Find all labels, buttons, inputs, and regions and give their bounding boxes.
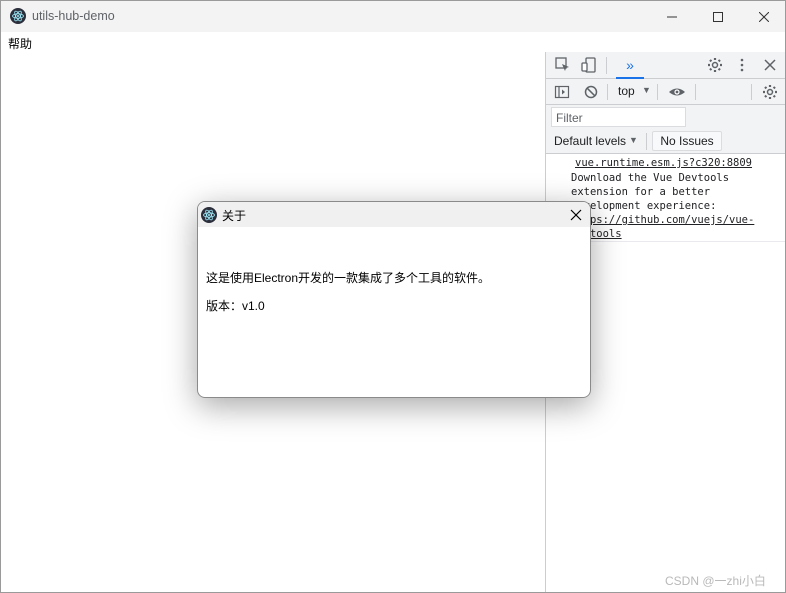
log-levels-dropdown[interactable]: Default levels [554,134,626,148]
console-settings-icon[interactable] [760,82,780,102]
tab-more-tools[interactable]: » [616,52,644,79]
minimize-button[interactable] [649,1,695,32]
close-devtools-icon[interactable] [760,55,780,75]
chevron-down-icon: ▼ [642,85,651,95]
issues-button[interactable]: No Issues [652,131,722,151]
more-options-icon[interactable] [732,55,752,75]
dialog-version: 版本：v1.0 [206,299,265,313]
sidebar-toggle-icon[interactable] [552,82,572,102]
electron-logo-icon [10,8,26,24]
maximize-icon [713,11,723,22]
close-icon [759,11,769,22]
separator [607,84,608,100]
dialog-close-button[interactable] [566,205,586,225]
close-window-button[interactable] [741,1,785,32]
app-window: utils-hub-demo 帮助 » top ▼ Filter Default… [0,0,786,593]
maximize-button[interactable] [695,1,741,32]
inspect-element-icon[interactable] [553,55,573,75]
gear-icon[interactable] [705,55,725,75]
menu-bar: 帮助 [1,32,785,52]
message-line: extension for a better [571,186,711,198]
window-title: utils-hub-demo [32,9,115,23]
filter-row: Filter [546,105,785,129]
menu-help[interactable]: 帮助 [8,35,32,52]
close-icon [570,209,582,221]
separator [657,84,658,100]
clear-console-icon[interactable] [581,82,601,102]
message-line: development experience: [571,200,717,212]
dialog-description: 这是使用Electron开发的一款集成了多个工具的软件。 [206,271,491,285]
dialog-title-bar[interactable]: 关于 [198,202,590,227]
chevron-down-icon: ▼ [629,135,638,145]
levels-row: Default levels ▼ No Issues [546,129,785,154]
separator [751,84,752,100]
device-toolbar-icon[interactable] [579,55,599,75]
electron-logo-icon [201,207,217,223]
watermark: CSDN @一zhi小白 [665,574,766,588]
console-toolbar: top ▼ [546,79,785,105]
about-dialog: 关于 这是使用Electron开发的一款集成了多个工具的软件。 版本：v1.0 [197,201,591,398]
title-bar[interactable]: utils-hub-demo [1,1,785,32]
context-select[interactable]: top [618,84,635,98]
devtools-tab-bar: » [546,52,785,79]
message-text: Download the Vue Devtools extension for … [571,171,771,241]
separator [646,133,647,150]
message-line: Download the Vue Devtools [571,172,730,184]
filter-input[interactable]: Filter [551,107,686,127]
devtools-url-link[interactable]: https://github.com/vuejs/vue- [571,214,754,226]
eye-icon[interactable] [667,82,687,102]
separator [606,57,607,74]
message-source-link[interactable]: vue.runtime.esm.js?c320:8809 [575,157,752,169]
separator [695,84,696,100]
dialog-title: 关于 [222,209,247,223]
minimize-icon [667,16,677,17]
